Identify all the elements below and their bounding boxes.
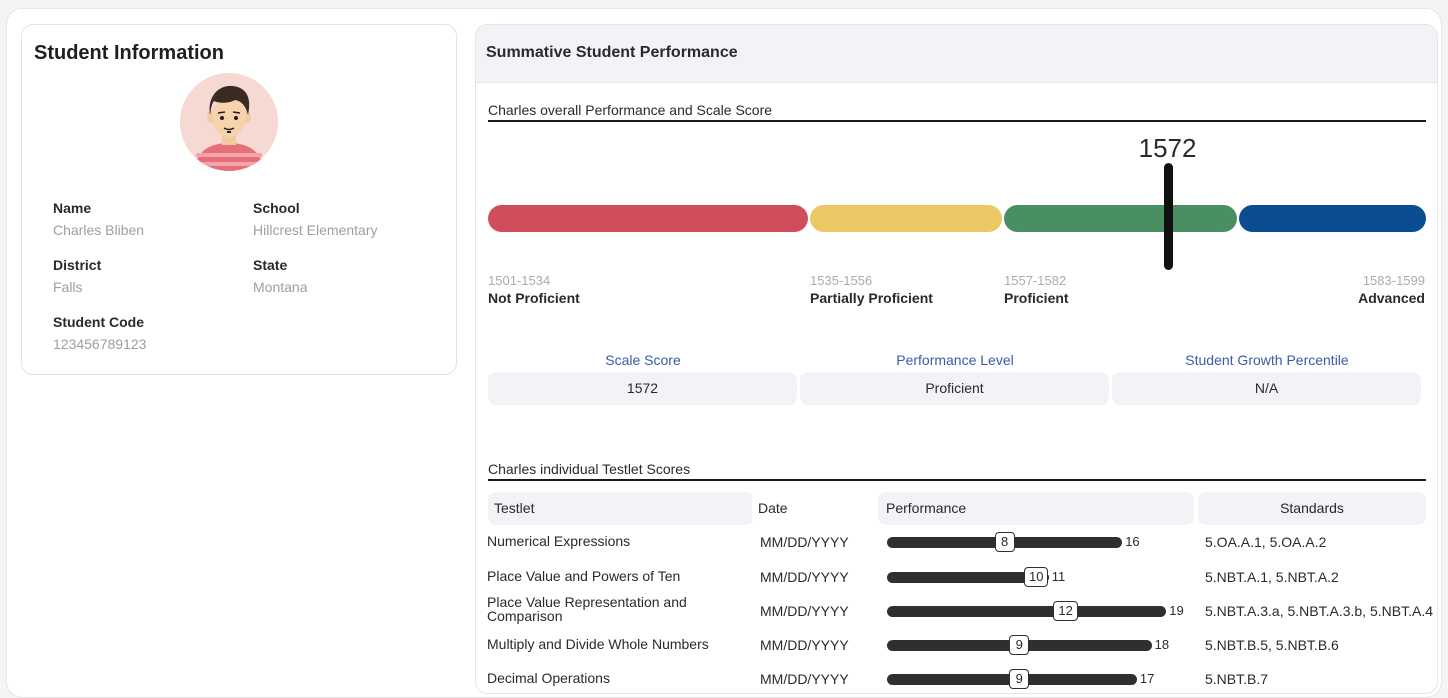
testlet-score-badge: 9 — [1009, 635, 1030, 655]
band-range: 1501-1534 — [488, 273, 551, 288]
info-value: Montana — [253, 279, 308, 295]
panel-header: Summative Student Performance — [476, 25, 1437, 83]
testlet-score-badge: 8 — [994, 532, 1015, 552]
student-avatar — [180, 73, 278, 171]
info-label: State — [253, 257, 288, 273]
band-partially-proficient-bar — [810, 205, 1002, 232]
testlet-section-title: Charles individual Testlet Scores — [488, 461, 691, 477]
testlet-performance-bar — [887, 606, 1167, 617]
testlet-max-score: 17 — [1139, 671, 1155, 686]
testlet-score-badge: 10 — [1024, 567, 1049, 587]
summary-header-performance-level: Performance Level — [896, 352, 1014, 368]
info-school: School Hillcrest Elementary — [253, 200, 433, 238]
info-value: Hillcrest Elementary — [253, 222, 378, 238]
band-level: Partially Proficient — [810, 290, 933, 306]
info-label: District — [53, 257, 102, 273]
testlet-name: Numerical Expressions — [487, 533, 631, 549]
testlet-date: MM/DD/YYYY — [760, 671, 849, 687]
summary-header-scale-score: Scale Score — [605, 352, 681, 368]
testlet-date: MM/DD/YYYY — [760, 637, 849, 653]
band-range: 1583-1599 — [1362, 273, 1425, 288]
testlet-max-score: 18 — [1154, 637, 1170, 652]
section-divider — [488, 120, 1426, 122]
band-level: Advanced — [1358, 290, 1425, 306]
testlet-standards: 5.NBT.A.3.a, 5.NBT.A.3.b, 5.NBT.A.4 — [1205, 603, 1433, 619]
summary-value-scale-score: 1572 — [488, 372, 797, 405]
band-advanced-bar — [1239, 205, 1426, 232]
band-range: 1535-1556 — [810, 273, 873, 288]
info-value: 123456789123 — [53, 336, 147, 352]
band-not-proficient-bar — [488, 205, 808, 232]
testlet-standards: 5.OA.A.1, 5.OA.A.2 — [1205, 534, 1327, 550]
column-header-testlet: Testlet — [488, 492, 754, 525]
band-proficient-bar — [1004, 205, 1237, 232]
band-range: 1557-1582 — [1004, 273, 1067, 288]
section-divider — [488, 479, 1426, 481]
score-marker — [1163, 163, 1173, 270]
info-label: School — [253, 200, 300, 216]
testlet-score-badge: 12 — [1053, 601, 1078, 621]
info-district: District Falls — [53, 257, 233, 295]
testlet-max-score: 16 — [1125, 534, 1140, 549]
scale-score-number: 1572 — [1138, 133, 1197, 163]
testlet-date: MM/DD/YYYY — [760, 603, 849, 619]
testlet-name: Decimal Operations — [487, 670, 610, 686]
testlet-name: Place Value Representation and Compariso… — [487, 594, 687, 624]
summary-header-growth-percentile: Student Growth Percentile — [1185, 352, 1349, 368]
overall-section-title: Charles overall Performance and Scale Sc… — [488, 102, 773, 118]
testlet-max-score: 19 — [1169, 603, 1184, 618]
testlet-date: MM/DD/YYYY — [760, 534, 849, 550]
avatar-illustration-icon — [180, 73, 278, 171]
column-header-date: Date — [752, 492, 876, 525]
info-state: State Montana — [253, 257, 433, 295]
panel-title: Summative Student Performance — [486, 44, 738, 61]
summative-performance-panel: Summative Student Performance Charles ov… — [475, 24, 1438, 694]
testlet-name: Place Value and Powers of Ten — [487, 568, 681, 584]
student-information-card: Student Information Name Charles Bliben … — [21, 24, 457, 375]
band-level: Not Proficient — [488, 290, 580, 306]
testlet-standards: 5.NBT.A.1, 5.NBT.A.2 — [1205, 569, 1339, 585]
info-label: Student Code — [53, 314, 144, 330]
info-student-code: Student Code 123456789123 — [53, 314, 233, 352]
info-value: Charles Bliben — [53, 222, 145, 238]
info-name: Name Charles Bliben — [53, 200, 233, 238]
column-header-standards: Standards — [1198, 492, 1426, 525]
card-title: Student Information — [34, 42, 224, 64]
testlet-score-badge: 9 — [1009, 669, 1030, 689]
testlet-name: Multiply and Divide Whole Numbers — [487, 636, 709, 652]
summary-value-performance-level: Proficient — [800, 372, 1109, 405]
testlet-max-score: 11 — [1051, 569, 1066, 584]
info-value: Falls — [53, 279, 83, 295]
band-level: Proficient — [1004, 290, 1069, 306]
testlet-standards: 5.NBT.B.7 — [1205, 671, 1269, 687]
testlet-standards: 5.NBT.B.5, 5.NBT.B.6 — [1205, 637, 1339, 653]
info-label: Name — [53, 200, 92, 216]
summary-value-growth-percentile: N/A — [1112, 372, 1421, 405]
column-header-performance: Performance — [878, 492, 1194, 525]
testlet-date: MM/DD/YYYY — [760, 569, 849, 585]
